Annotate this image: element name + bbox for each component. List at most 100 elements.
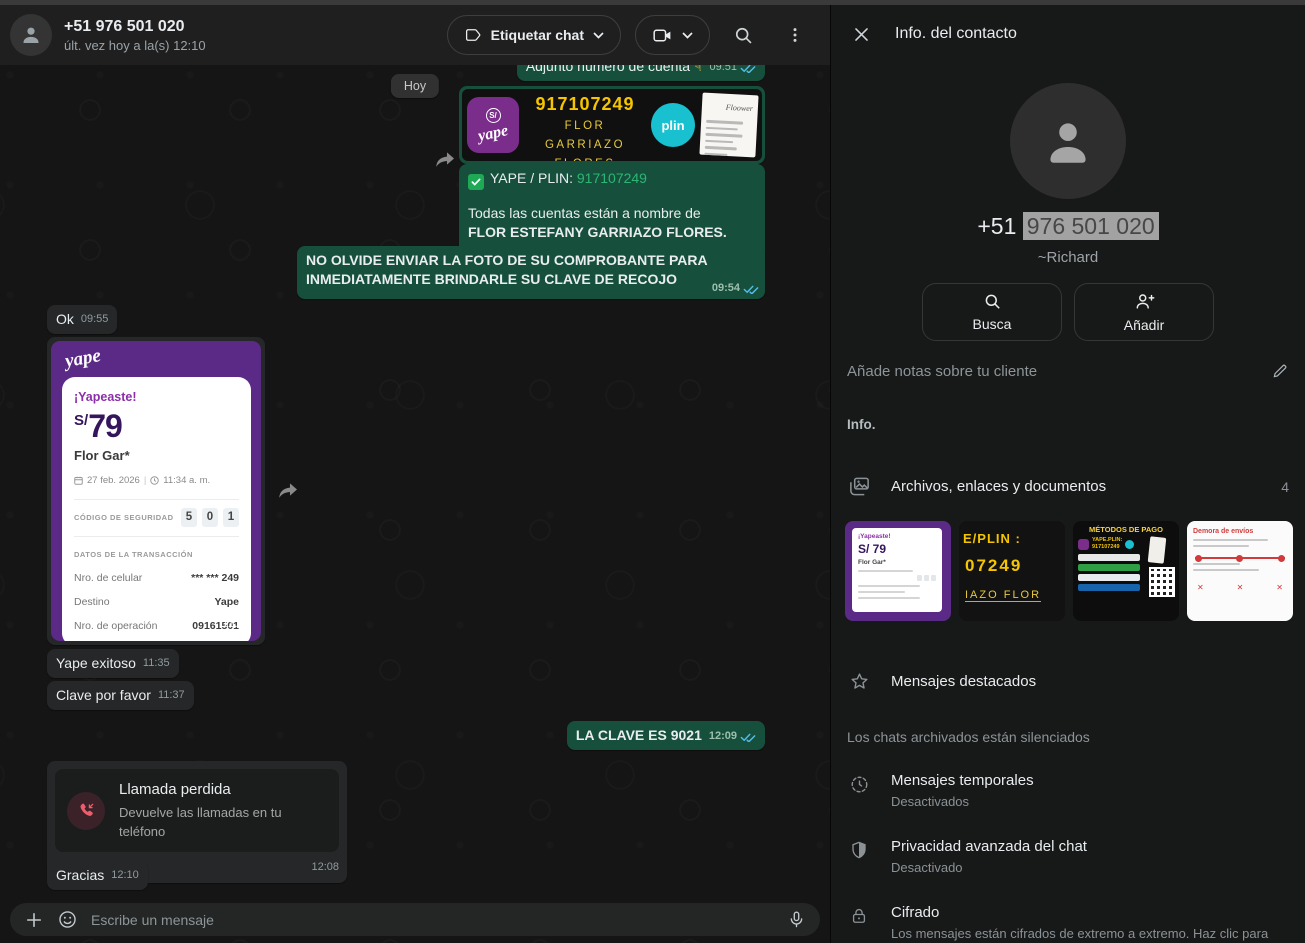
yape-receipt-image[interactable]: yape ¡Yapeaste! S/79 Flor Gar* 27 feb. 2… (51, 341, 261, 641)
missed-call-texts: Llamada perdida Devuelve las llamadas en… (119, 780, 327, 841)
yape-plin-banner-image[interactable]: S/ yape YAPE/PLIN : 917107249 FLOR GARRI… (462, 89, 762, 161)
message-received-ok[interactable]: Ok 09:55 (47, 305, 117, 334)
label-chat-button[interactable]: Etiquetar chat (447, 15, 621, 55)
thumb-title: Demora de envíos (1193, 528, 1287, 535)
message-received-yape-exitoso[interactable]: Yape exitoso 11:35 (47, 649, 179, 678)
receipt-payee: Flor Gar* (74, 446, 239, 465)
decor-line (858, 570, 913, 572)
starred-messages-row[interactable]: Mensajes destacados (847, 671, 1289, 692)
receipt-row: Nro. de celular*** *** 249 (74, 569, 239, 588)
media-icon (847, 475, 871, 498)
thumb-line: IAZO FLOR (965, 589, 1041, 602)
message-input[interactable] (91, 912, 774, 928)
message-sent-reminder[interactable]: NO OLVIDE ENVIAR LA FOTO DE SU COMPROBAN… (297, 246, 765, 299)
thumb-line: 07249 (965, 556, 1065, 576)
chevron-down-icon (593, 32, 604, 39)
yape-brand-logo: yape (64, 346, 103, 371)
setting-texts: Cifrado Los mensajes están cifrados de e… (891, 904, 1289, 943)
tag-icon (464, 26, 482, 44)
attach-plus-icon[interactable] (24, 910, 44, 930)
media-thumb-yape-receipt[interactable]: ¡Yapeaste! S/ 79 Flor Gar* (845, 521, 951, 621)
decor-line (705, 146, 737, 150)
decor-line (1078, 554, 1140, 561)
banner-title: YAPE/PLIN : (525, 89, 645, 93)
message-meta: 09:51 (709, 65, 756, 77)
double-check-icon (740, 65, 756, 73)
message-sent-clave[interactable]: LA CLAVE ES 9021 12:09 (567, 721, 765, 750)
panel-title: Info. del contacto (895, 25, 1017, 43)
search-icon (733, 25, 754, 46)
media-links-docs-row[interactable]: Archivos, enlaces y documentos 4 (847, 475, 1289, 498)
chat-header-texts[interactable]: +51 976 501 020 últ. vez hoy a la(s) 12:… (64, 18, 447, 53)
advanced-privacy-row[interactable]: Privacidad avanzada del chat Desactivado (847, 838, 1289, 877)
info-section-label: Info. (847, 417, 1289, 432)
message-list[interactable]: Adjunto número de cuenta ☟ 09:51 Hoy S/ … (0, 65, 830, 900)
missed-call-title: Llamada perdida (119, 780, 327, 799)
client-notes-row[interactable]: Añade notas sobre tu cliente (847, 362, 1289, 380)
decor-line (704, 152, 727, 156)
thumb-payee: Flor Gar* (858, 559, 936, 566)
green-check-emoji (468, 174, 484, 190)
chat-menu-button[interactable] (776, 16, 814, 54)
divider (74, 499, 239, 500)
paper-title: Floower (706, 97, 753, 118)
message-sent-account-note[interactable]: Adjunto número de cuenta ☟ 09:51 (517, 65, 765, 81)
receipt-datetime: 27 feb. 2026 | 11:34 a. m. (74, 471, 239, 490)
message-time: 12:09 (709, 727, 737, 746)
decor-line (858, 585, 920, 587)
message-text: Adjunto número de cuenta ☟ (526, 65, 703, 76)
yape-s-badge: S/ (486, 108, 501, 123)
receipt-card: ¡Yapeaste! S/79 Flor Gar* 27 feb. 2026 |… (62, 377, 251, 641)
emoji-icon[interactable] (57, 909, 78, 930)
receipt-security-row: CÓDIGO DE SEGURIDAD 501 (74, 508, 239, 527)
contact-avatar-large[interactable] (1010, 83, 1126, 199)
whatsapp-window: +51 976 501 020 últ. vez hoy a la(s) 12:… (0, 0, 1305, 943)
search-contact-button[interactable]: Busca (922, 283, 1062, 341)
media-thumb-metodos-de-pago[interactable]: MÉTODOS DE PAGO YAPE.PLIN:917107249 (1073, 521, 1179, 621)
star-icon (847, 671, 871, 692)
missed-call-box[interactable]: Llamada perdida Devuelve las llamadas en… (55, 769, 339, 852)
forward-message-icon[interactable] (434, 151, 456, 169)
banner-phone-number: 917107249 (525, 95, 645, 114)
decor-slip (1148, 536, 1167, 564)
decor-digits (858, 575, 936, 581)
video-call-button[interactable] (635, 15, 710, 55)
message-received-clave-por-favor[interactable]: Clave por favor 11:37 (47, 681, 194, 710)
plin-mini-logo (1125, 540, 1134, 549)
phone-number-link[interactable]: 917107249 (577, 170, 647, 186)
contact-info-panel: Info. del contacto +51 976 501 020 ~Rich… (830, 0, 1305, 943)
setting-texts: Mensajes temporales Desactivados (891, 772, 1034, 811)
phone-prefix: +51 (977, 213, 1016, 239)
contact-phone: +51 976 501 020 (831, 213, 1305, 240)
chat-last-seen: últ. vez hoy a la(s) 12:10 (64, 38, 447, 53)
receipt-title: ¡Yapeaste! (74, 388, 239, 407)
close-panel-button[interactable] (849, 22, 873, 46)
composer (0, 900, 830, 943)
message-sent-payment-banner[interactable]: S/ yape YAPE/PLIN : 917107249 FLOR GARRI… (459, 86, 765, 164)
forward-message-icon[interactable] (277, 482, 299, 500)
decor-line (706, 126, 738, 130)
contact-avatar[interactable] (10, 14, 52, 56)
edit-pencil-icon[interactable] (1271, 362, 1289, 380)
media-thumb-yape-plin-banner[interactable]: E/PLIN : 07249 IAZO FLOR (959, 521, 1065, 621)
message-received-yape-receipt[interactable]: yape ¡Yapeaste! S/79 Flor Gar* 27 feb. 2… (47, 337, 265, 645)
receipt-amount: S/79 (74, 411, 239, 442)
thumb-mini-text: YAPE.PLIN:917107249 (1092, 537, 1122, 551)
clock-icon (150, 476, 159, 485)
disappearing-messages-row[interactable]: Mensajes temporales Desactivados (847, 772, 1289, 811)
decor-line (1078, 564, 1140, 571)
message-received-gracias[interactable]: Gracias 12:10 (47, 861, 148, 890)
encryption-row[interactable]: Cifrado Los mensajes están cifrados de e… (847, 904, 1289, 943)
phone-selected-text: 976 501 020 (1023, 212, 1159, 240)
media-thumb-demora-envios[interactable]: Demora de envíos ✕✕✕ (1187, 521, 1293, 621)
person-icon (1037, 110, 1099, 172)
search-in-chat-button[interactable] (724, 16, 762, 54)
add-contact-button[interactable]: Añadir (1074, 283, 1214, 341)
timer-icon (847, 772, 871, 811)
chat-header[interactable]: +51 976 501 020 últ. vez hoy a la(s) 12:… (0, 5, 830, 65)
chat-header-actions: Etiquetar chat (447, 15, 814, 55)
receipt-tx-label: DATOS DE LA TRANSACCIÓN (74, 545, 239, 564)
message-input-bar[interactable] (10, 903, 820, 936)
qr-code (1149, 567, 1175, 597)
mic-icon[interactable] (787, 910, 806, 929)
